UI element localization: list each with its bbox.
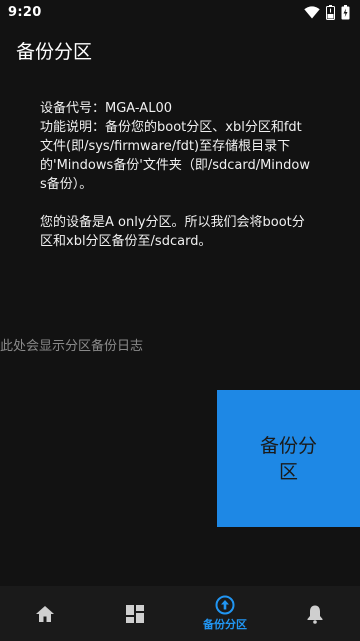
upload-circle-icon [215, 595, 235, 615]
nav-label-backup: 备份分区 [203, 618, 247, 631]
status-time: 9:20 [8, 4, 42, 20]
status-icons [304, 4, 350, 20]
battery-alert-icon [326, 4, 335, 20]
dashboard-icon [126, 604, 144, 623]
nav-item-dashboard[interactable] [90, 586, 180, 641]
device-info-text: 设备代号：MGA-AL00 功能说明：备份您的boot分区、xbl分区和fdt文… [40, 101, 310, 249]
nav-item-home[interactable] [0, 586, 90, 641]
bell-icon [307, 605, 323, 624]
bottom-nav: 备份分区 [0, 586, 360, 641]
backup-partition-button[interactable]: 备份分区 [217, 390, 360, 527]
home-icon [36, 605, 54, 622]
page-title: 备份分区 [16, 41, 93, 63]
wifi-icon [304, 5, 320, 18]
backup-log: 此处会显示分区备份日志 [0, 339, 144, 354]
nav-item-notifications[interactable] [270, 586, 360, 641]
status-bar: 9:20 [0, 0, 360, 24]
battery-icon [341, 4, 350, 19]
nav-item-backup[interactable]: 备份分区 [180, 586, 270, 641]
